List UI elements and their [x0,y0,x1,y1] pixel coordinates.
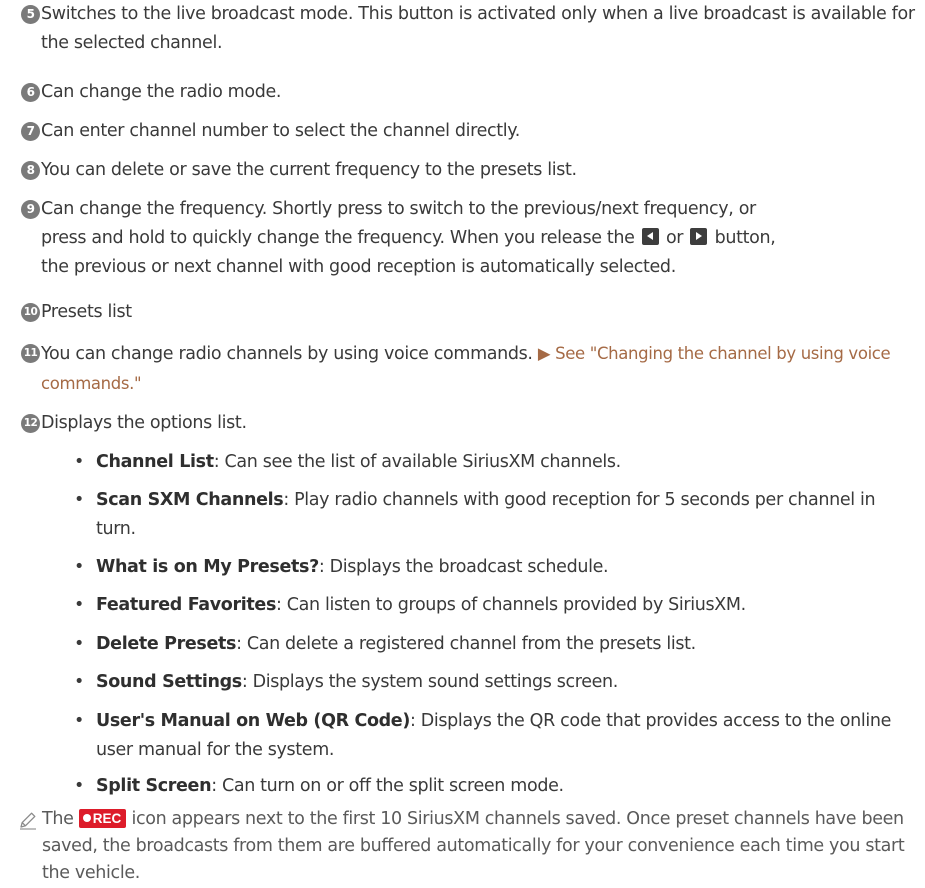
option-desc: : Displays the system sound settings scr… [241,672,618,692]
pencil-note-icon [20,812,36,830]
option-term: Sound Settings [96,672,242,692]
item-text-11: You can change radio channels by using v… [41,339,917,399]
note-text: icon appears next to the first 10 Sirius… [42,809,905,883]
item-number-12: 12 [21,414,40,433]
seek-prev-icon [641,228,659,245]
manual-page: 5 Switches to the live broadcast mode. T… [0,0,925,888]
item-text-5: Switches to the live broadcast mode. Thi… [41,4,915,53]
item-text-12: Displays the options list. [41,413,247,433]
item-11-text: You can change radio channels by using v… [41,344,533,364]
item-9-line-2-start: press and hold to quickly change the fre… [41,228,635,248]
option-desc: : Can listen to groups of channels provi… [276,595,746,615]
item-number-9: 9 [21,200,40,219]
item-text-8: You can delete or save the current frequ… [41,160,577,180]
item-9-or: or [665,228,684,248]
item-number-5: 5 [21,5,40,24]
item-number-7: 7 [21,122,40,141]
option-term: Split Screen [96,776,212,796]
item-text-10: Presets list [41,302,132,322]
option-term: Channel List [96,452,214,472]
list-item-9: 9 Can change the frequency. Shortly pres… [10,195,917,285]
note-text-start: The [42,809,74,829]
item-9-line-3: the previous or next channel with good r… [41,257,676,277]
item-number-11: 11 [21,344,40,363]
item-number-10: 10 [21,303,40,322]
item-text-6: Can change the radio mode. [41,82,282,102]
item-9-line-2: press and hold to quickly change the fre… [41,224,917,253]
list-item-11: 11 You can change radio channels by usin… [10,339,917,399]
option-term: Delete Presets [96,634,237,654]
list-item-5: 5 Switches to the live broadcast mode. T… [10,0,917,60]
item-text-7: Can enter channel number to select the c… [41,121,521,141]
item-text-9: Can change the frequency. Shortly press … [41,195,917,282]
item-9-line-2-end: button, [714,228,776,248]
item-number-6: 6 [21,83,40,102]
option-desc: : Displays the broadcast schedule. [318,557,609,577]
option-desc: : Can delete a registered channel from t… [236,634,696,654]
rec-badge-icon: REC [78,809,127,828]
item-number-8: 8 [21,161,40,180]
item-9-line-1: Can change the frequency. Shortly press … [41,199,756,219]
seek-next-icon [690,228,708,245]
option-term: User's Manual on Web (QR Code) [96,711,410,731]
option-term: What is on My Presets? [96,557,319,577]
option-desc: : Can turn on or off the split screen mo… [211,776,564,796]
option-term: Scan SXM Channels [96,490,284,510]
option-desc: : Can see the list of available SiriusXM… [213,452,621,472]
option-term: Featured Favorites [96,595,277,615]
